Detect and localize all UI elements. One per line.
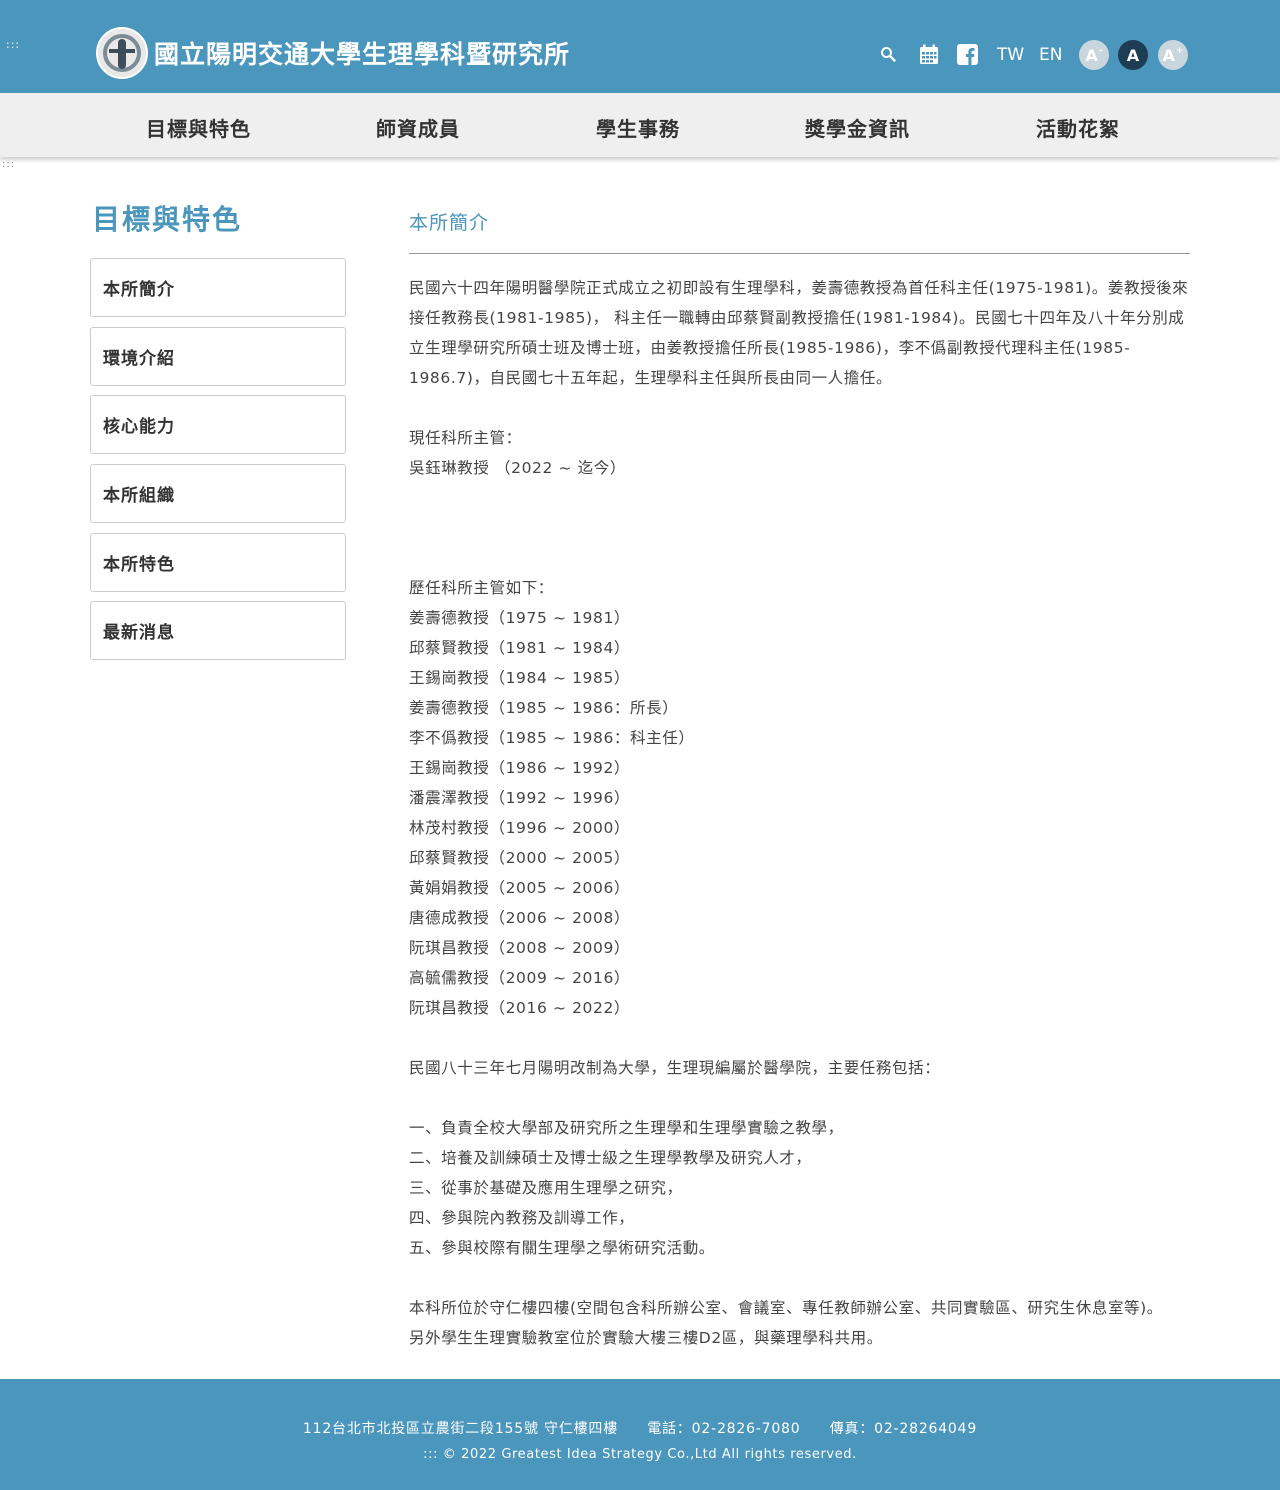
history-item: 王錫崗教授（1984 ~ 1985）: [409, 669, 631, 687]
lab-location-paragraph: 另外學生生理實驗教室位於實驗大樓三樓D2區，與藥理學科共用。: [409, 1329, 883, 1347]
lang-tw-link[interactable]: TW: [997, 45, 1024, 65]
sidebar-item-intro[interactable]: 本所簡介: [90, 258, 346, 317]
facebook-icon[interactable]: [957, 44, 978, 69]
sidebar-item-features[interactable]: 本所特色: [90, 533, 346, 592]
sidebar-item-environment[interactable]: 環境介紹: [90, 327, 346, 386]
font-size-large-button[interactable]: A +: [1158, 40, 1188, 70]
history-item: 高毓儒教授（2009 ~ 2016）: [409, 969, 631, 987]
intro-paragraph: 民國六十四年陽明醫學院正式成立之初即設有生理學科，姜壽德教授為首任科主任(197…: [409, 279, 1189, 387]
nav-item-scholarship[interactable]: 獎學金資訊: [805, 113, 910, 142]
search-icon[interactable]: [880, 46, 896, 66]
history-item: 王錫崗教授（1986 ~ 1992）: [409, 759, 631, 777]
footer-fax: 傳真：02-28264049: [829, 1421, 978, 1437]
accesskey-content[interactable]: :::: [2, 159, 15, 170]
site-header: ::: 國立陽明交通大學生理學科暨研究所 TW EN A- A A +: [0, 0, 1280, 93]
university-emblem-icon: [96, 27, 148, 79]
history-item: 黃娟娟教授（2005 ~ 2006）: [409, 879, 631, 897]
current-head-label: 現任科所主管：: [409, 429, 522, 447]
main-nav: 目標與特色 師資成員 學生事務 獎學金資訊 活動花絮: [0, 93, 1280, 157]
history-item: 李不僞教授（1985 ~ 1986：科主任）: [409, 729, 695, 747]
sidebar-item-news[interactable]: 最新消息: [90, 601, 346, 660]
calendar-icon[interactable]: [919, 44, 939, 69]
history-label: 歷任科所主管如下：: [409, 579, 554, 597]
history-item: 邱蔡賢教授（1981 ~ 1984）: [409, 639, 631, 657]
nav-item-students[interactable]: 學生事務: [596, 113, 680, 142]
history-item: 姜壽德教授（1985 ~ 1986：所長）: [409, 699, 679, 717]
mission-intro: 民國八十三年七月陽明改制為大學，生理現編屬於醫學院，主要任務包括：: [409, 1059, 941, 1077]
mission-item: 五、參與校際有關生理學之學術研究活動。: [409, 1239, 715, 1257]
location-paragraph: 本科所位於守仁樓四樓(空間包含科所辦公室、會議室、專任教師辦公室、共同實驗區、研…: [409, 1299, 1163, 1317]
font-size-small-button[interactable]: A-: [1079, 40, 1109, 70]
footer-phone: 電話：02-2826-7080: [647, 1421, 801, 1437]
current-head: 吳鈺琳教授 （2022 ~ 迄今）: [409, 459, 626, 477]
footer-contact: 112台北市北投區立農街二段155號 守仁樓四樓 電話：02-2826-7080…: [0, 1418, 1280, 1438]
nav-item-faculty[interactable]: 師資成員: [376, 113, 460, 142]
site-title: 國立陽明交通大學生理學科暨研究所: [154, 40, 571, 69]
sidebar-title: 目標與特色: [92, 203, 243, 236]
footer-address: 112台北市北投區立農街二段155號 守仁樓四樓: [302, 1421, 619, 1437]
footer-copyright-row: ::: © 2022 Greatest Idea Strategy Co.,Lt…: [0, 1447, 1280, 1462]
mission-item: 二、培養及訓練碩士及博士級之生理學教學及研究人才，: [409, 1149, 812, 1167]
nav-item-gallery[interactable]: 活動花絮: [1036, 113, 1120, 142]
mission-item: 一、負責全校大學部及研究所之生理學和生理學實驗之教學，: [409, 1119, 844, 1137]
site-footer: 112台北市北投區立農街二段155號 守仁樓四樓 電話：02-2826-7080…: [0, 1379, 1280, 1490]
nav-item-goals[interactable]: 目標與特色: [146, 113, 251, 142]
accesskey-top[interactable]: :::: [6, 38, 20, 51]
history-item: 阮琪昌教授（2016 ~ 2022）: [409, 999, 631, 1017]
mission-item: 三、從事於基礎及應用生理學之研究，: [409, 1179, 683, 1197]
accesskey-footer[interactable]: :::: [423, 1447, 438, 1462]
history-item: 阮琪昌教授（2008 ~ 2009）: [409, 939, 631, 957]
page-title: 本所簡介: [409, 212, 490, 234]
history-item: 姜壽德教授（1975 ~ 1981）: [409, 609, 631, 627]
history-item: 邱蔡賢教授（2000 ~ 2005）: [409, 849, 631, 867]
lang-en-link[interactable]: EN: [1039, 45, 1062, 65]
history-item: 唐德成教授（2006 ~ 2008）: [409, 909, 631, 927]
site-logo-link[interactable]: 國立陽明交通大學生理學科暨研究所: [96, 27, 570, 79]
history-item: 林茂村教授（1996 ~ 2000）: [409, 819, 631, 837]
sidebar-item-organization[interactable]: 本所組織: [90, 464, 346, 523]
footer-copyright: © 2022 Greatest Idea Strategy Co.,Ltd Al…: [442, 1447, 857, 1462]
history-item: 潘震澤教授（1992 ~ 1996）: [409, 789, 631, 807]
mission-item: 四、參與院內教務及訓導工作，: [409, 1209, 635, 1227]
title-divider: [409, 253, 1190, 254]
article-body: 民國六十四年陽明醫學院正式成立之初即設有生理學科，姜壽德教授為首任科主任(197…: [409, 273, 1190, 1353]
sidebar-item-core-abilities[interactable]: 核心能力: [90, 395, 346, 454]
font-size-medium-button[interactable]: A: [1118, 40, 1148, 70]
